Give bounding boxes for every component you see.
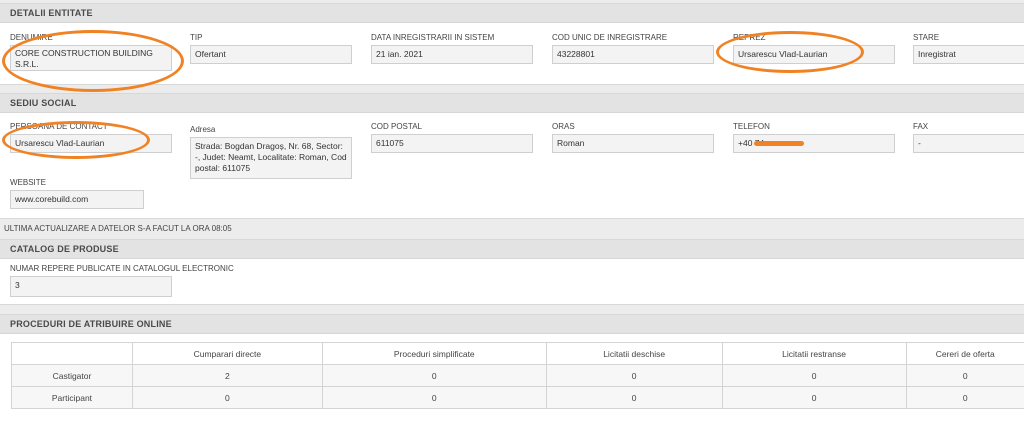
- website-value[interactable]: www.corebuild.com: [10, 190, 144, 209]
- cod-postal-label: COD POSTAL: [371, 122, 533, 132]
- reprezentant-value[interactable]: Ursarescu Vlad-Laurian: [733, 45, 895, 64]
- oras-field: ORAS Roman: [552, 122, 714, 153]
- last-update-text: ULTIMA ACTUALIZARE A DATELOR S-A FACUT L…: [4, 224, 232, 233]
- redaction-mark: [754, 141, 804, 146]
- website-label: WEBSITE: [10, 178, 144, 188]
- website-field: WEBSITE www.corebuild.com: [10, 178, 144, 209]
- fax-label: FAX: [913, 122, 1024, 132]
- table-cell: 0: [906, 365, 1024, 387]
- persoana-contact-label: PERSOANA DE CONTACT: [10, 122, 172, 132]
- table-cell: 0: [546, 365, 722, 387]
- table-header-cell: Licitatii restranse: [722, 343, 906, 365]
- proceduri-header: PROCEDURI DE ATRIBUIRE ONLINE: [0, 315, 1024, 334]
- cod-unic-field: COD UNIC DE INREGISTRARE 43228801: [552, 33, 714, 64]
- denumire-label: DENUMIRE: [10, 33, 172, 43]
- row-label: Participant: [12, 387, 133, 409]
- table-row: Castigator 2 0 0 0 0: [12, 365, 1024, 387]
- tip-field: TIP Ofertant: [190, 33, 352, 64]
- table-cell: 0: [546, 387, 722, 409]
- cod-unic-label: COD UNIC DE INREGISTRARE: [552, 33, 714, 43]
- data-inregistrarii-value[interactable]: 21 ian. 2021: [371, 45, 533, 64]
- stare-value[interactable]: Inregistrat: [913, 45, 1024, 64]
- telefon-field: TELEFON +40 74: [733, 122, 895, 153]
- table-cell: 0: [906, 387, 1024, 409]
- telefon-label: TELEFON: [733, 122, 895, 132]
- numar-repere-value[interactable]: 3: [10, 276, 172, 297]
- stare-field: STARE Inregistrat: [913, 33, 1024, 64]
- adresa-field: Adresa Strada: Bogdan Dragoș, Nr. 68, Se…: [190, 125, 352, 179]
- fax-value[interactable]: -: [913, 134, 1024, 153]
- tip-label: TIP: [190, 33, 352, 43]
- catalog-produse-header: CATALOG DE PRODUSE: [0, 240, 1024, 259]
- sediu-social-panel: SEDIU SOCIAL PERSOANA DE CONTACT Ursares…: [0, 93, 1024, 219]
- adresa-value[interactable]: Strada: Bogdan Dragoș, Nr. 68, Sector: -…: [190, 137, 352, 179]
- numar-repere-label: NUMAR REPERE PUBLICATE IN CATALOGUL ELEC…: [10, 264, 234, 274]
- reprezentant-field: REPREZ Ursarescu Vlad-Laurian: [733, 33, 895, 64]
- table-header-cell: Cumparari directe: [132, 343, 322, 365]
- persoana-contact-field: PERSOANA DE CONTACT Ursarescu Vlad-Lauri…: [10, 122, 172, 153]
- table-header-cell: Proceduri simplificate: [322, 343, 546, 365]
- table-row: Participant 0 0 0 0 0: [12, 387, 1024, 409]
- sediu-social-header: SEDIU SOCIAL: [0, 94, 1024, 113]
- tip-value[interactable]: Ofertant: [190, 45, 352, 64]
- detalii-entitate-header: DETALII ENTITATE: [0, 4, 1024, 23]
- oras-value[interactable]: Roman: [552, 134, 714, 153]
- table-cell: 0: [722, 387, 906, 409]
- proceduri-table: Cumparari directe Proceduri simplificate…: [11, 342, 1024, 409]
- adresa-label: Adresa: [190, 125, 352, 135]
- table-cell: 0: [722, 365, 906, 387]
- data-inregistrarii-label: DATA INREGISTRARII IN SISTEM: [371, 33, 533, 43]
- data-inregistrarii-field: DATA INREGISTRARII IN SISTEM 21 ian. 202…: [371, 33, 533, 64]
- oras-label: ORAS: [552, 122, 714, 132]
- table-cell: 0: [322, 365, 546, 387]
- detalii-entitate-panel: DETALII ENTITATE DENUMIRE CORE CONSTRUCT…: [0, 3, 1024, 85]
- table-cell: 0: [132, 387, 322, 409]
- catalog-produse-panel: CATALOG DE PRODUSE NUMAR REPERE PUBLICAT…: [0, 239, 1024, 305]
- table-header-cell: [12, 343, 133, 365]
- table-header-row: Cumparari directe Proceduri simplificate…: [12, 343, 1024, 365]
- table-cell: 0: [322, 387, 546, 409]
- numar-repere-field: NUMAR REPERE PUBLICATE IN CATALOGUL ELEC…: [10, 264, 234, 297]
- cod-postal-field: COD POSTAL 611075: [371, 122, 533, 153]
- denumire-field: DENUMIRE CORE CONSTRUCTION BUILDING S.R.…: [10, 33, 172, 71]
- stare-label: STARE: [913, 33, 1024, 43]
- denumire-value[interactable]: CORE CONSTRUCTION BUILDING S.R.L.: [10, 45, 172, 71]
- table-cell: 2: [132, 365, 322, 387]
- reprezentant-label: REPREZ: [733, 33, 895, 43]
- cod-unic-value[interactable]: 43228801: [552, 45, 714, 64]
- row-label: Castigator: [12, 365, 133, 387]
- table-header-cell: Cereri de oferta: [906, 343, 1024, 365]
- table-header-cell: Licitatii deschise: [546, 343, 722, 365]
- persoana-contact-value[interactable]: Ursarescu Vlad-Laurian: [10, 134, 172, 153]
- cod-postal-value[interactable]: 611075: [371, 134, 533, 153]
- fax-field: FAX -: [913, 122, 1024, 153]
